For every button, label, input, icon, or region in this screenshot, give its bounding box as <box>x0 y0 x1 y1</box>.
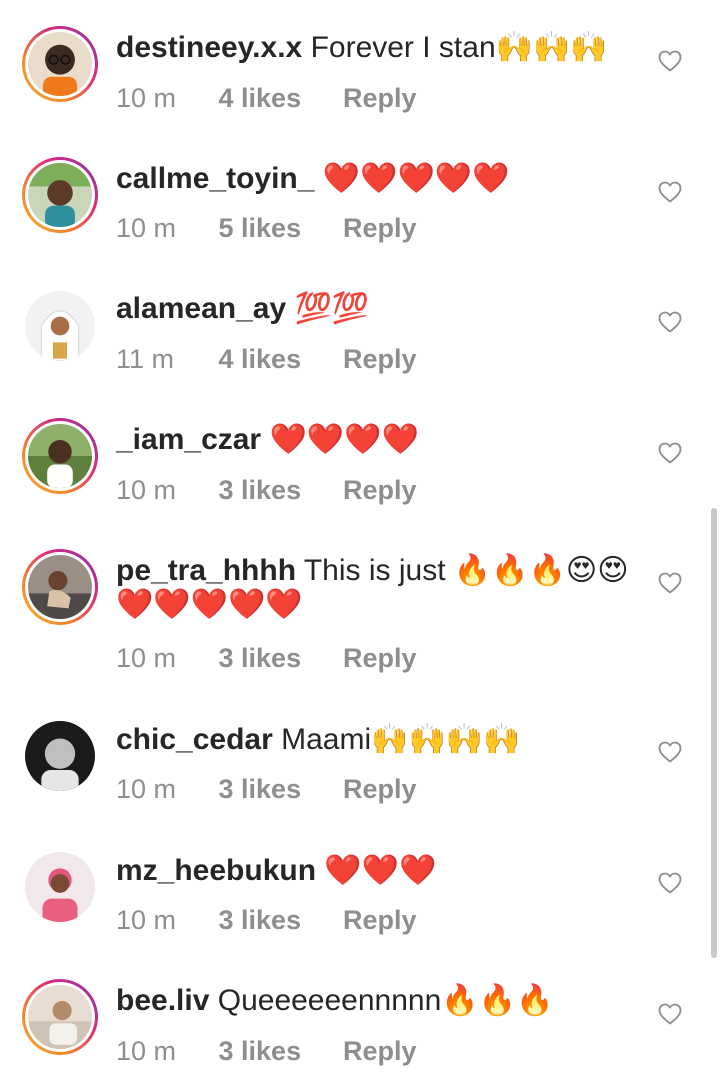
comment-meta: 10 m 3 likes Reply <box>116 643 417 673</box>
comment-meta: 10 m 3 likes Reply <box>116 1036 417 1066</box>
comment-username[interactable]: pe_tra_hhhh <box>116 554 296 587</box>
comment-text: ❤️❤️❤️❤️❤️ <box>322 162 510 195</box>
avatar[interactable] <box>22 26 98 102</box>
comment-time: 10 m <box>116 213 177 243</box>
reply-button[interactable]: Reply <box>343 83 417 113</box>
reply-button[interactable]: Reply <box>343 774 417 804</box>
reply-button[interactable]: Reply <box>343 1036 417 1066</box>
comment-username[interactable]: callme_toyin_ <box>116 162 314 195</box>
comment-body: callme_toyin_ ❤️❤️❤️❤️❤️ <box>116 162 636 196</box>
avatar[interactable] <box>22 979 98 1055</box>
comment-body: alamean_ay 💯💯 <box>116 292 636 326</box>
comment-time: 10 m <box>116 643 177 673</box>
avatar[interactable] <box>22 157 98 233</box>
heart-outline-icon[interactable] <box>658 442 682 464</box>
comment-text: 💯💯 <box>294 292 370 325</box>
comment-meta: 10 m 3 likes Reply <box>116 905 417 935</box>
comment-body: pe_tra_hhhh This is just 🔥🔥🔥😍😍❤️❤️❤️❤️❤️ <box>116 554 636 622</box>
reply-button[interactable]: Reply <box>343 475 417 505</box>
reply-button[interactable]: Reply <box>343 905 417 935</box>
avatar[interactable] <box>22 718 98 794</box>
comment-text: ❤️❤️❤️❤️ <box>269 423 419 456</box>
comment-username[interactable]: destineey.x.x <box>116 31 302 64</box>
comment-username[interactable]: _iam_czar <box>116 423 261 456</box>
reply-button[interactable]: Reply <box>343 643 417 673</box>
comment-likes[interactable]: 3 likes <box>219 905 336 935</box>
heart-outline-icon[interactable] <box>658 1003 682 1025</box>
heart-outline-icon[interactable] <box>658 311 682 333</box>
comment-likes[interactable]: 3 likes <box>219 774 336 804</box>
comment-body: mz_heebukun ❤️❤️❤️ <box>116 854 636 888</box>
comment-username[interactable]: mz_heebukun <box>116 854 316 887</box>
comment-likes[interactable]: 5 likes <box>219 213 336 243</box>
avatar[interactable] <box>22 288 98 364</box>
avatar[interactable] <box>22 849 98 925</box>
heart-outline-icon[interactable] <box>658 872 682 894</box>
avatar[interactable] <box>22 418 98 494</box>
comment-likes[interactable]: 3 likes <box>219 1036 336 1066</box>
comment-time: 10 m <box>116 774 177 804</box>
comment-text: ❤️❤️❤️ <box>324 854 437 887</box>
comment-time: 10 m <box>116 1036 177 1066</box>
comment-meta: 10 m 4 likes Reply <box>116 83 417 113</box>
heart-outline-icon[interactable] <box>658 572 682 594</box>
comment-time: 10 m <box>116 83 177 113</box>
scrollbar[interactable] <box>711 508 717 958</box>
comment-meta: 10 m 5 likes Reply <box>116 213 417 243</box>
comment-text: Forever I stan🙌🙌🙌 <box>310 31 608 64</box>
reply-button[interactable]: Reply <box>343 344 417 374</box>
comment-text: Queeeeeennnnn🔥🔥🔥 <box>217 984 554 1017</box>
comments-list: destineey.x.x Forever I stan🙌🙌🙌 10 m 4 l… <box>0 0 720 1092</box>
reply-button[interactable]: Reply <box>343 213 417 243</box>
comment-time: 10 m <box>116 475 177 505</box>
comment-likes[interactable]: 4 likes <box>219 83 336 113</box>
heart-outline-icon[interactable] <box>658 181 682 203</box>
comment-username[interactable]: bee.liv <box>116 984 209 1017</box>
comment-body: destineey.x.x Forever I stan🙌🙌🙌 <box>116 31 636 65</box>
comment-time: 11 m <box>116 344 175 374</box>
comment-time: 10 m <box>116 905 177 935</box>
comment-body: chic_cedar Maami🙌🙌🙌🙌 <box>116 723 636 757</box>
comment-likes[interactable]: 4 likes <box>219 344 336 374</box>
heart-outline-icon[interactable] <box>658 741 682 763</box>
comment-meta: 10 m 3 likes Reply <box>116 774 417 804</box>
comment-meta: 10 m 3 likes Reply <box>116 475 417 505</box>
heart-outline-icon[interactable] <box>658 50 682 72</box>
comment-body: bee.liv Queeeeeennnnn🔥🔥🔥 <box>116 984 636 1018</box>
comment-username[interactable]: chic_cedar <box>116 723 273 756</box>
comment-meta: 11 m 4 likes Reply <box>116 344 417 374</box>
comment-username[interactable]: alamean_ay <box>116 292 286 325</box>
comment-body: _iam_czar ❤️❤️❤️❤️ <box>116 423 636 457</box>
comment-likes[interactable]: 3 likes <box>219 475 336 505</box>
comment-text: Maami🙌🙌🙌🙌 <box>281 723 521 756</box>
comment-likes[interactable]: 3 likes <box>219 643 336 673</box>
avatar[interactable] <box>22 549 98 625</box>
